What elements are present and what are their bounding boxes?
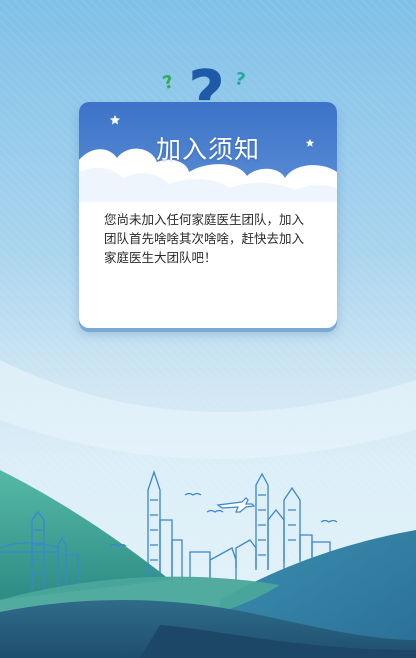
star-icon [110,115,120,125]
notice-title: 加入须知 [155,135,260,164]
svg-text:?: ? [233,69,247,91]
notice-body: 您尚未加入任何家庭医生团队，加入团队首先啥啥其次啥啥，赶快去加入家庭医生大团队吧… [79,198,337,267]
notice-message: 您尚未加入任何家庭医生团队，加入团队首先啥啥其次啥啥，赶快去加入家庭医生大团队吧… [104,212,305,265]
notice-card-header: 加入须知 [79,102,337,202]
svg-text:?: ? [161,71,177,94]
notice-screen: ? ? ? 加入须知 您尚未加入任何家庭医生团队，加入团队首先啥啥其次啥啥，赶快… [0,0,416,658]
airplane-icon [216,497,256,513]
notice-card: 加入须知 您尚未加入任何家庭医生团队，加入团队首先啥啥其次啥啥，赶快去加入家庭医… [79,102,337,328]
